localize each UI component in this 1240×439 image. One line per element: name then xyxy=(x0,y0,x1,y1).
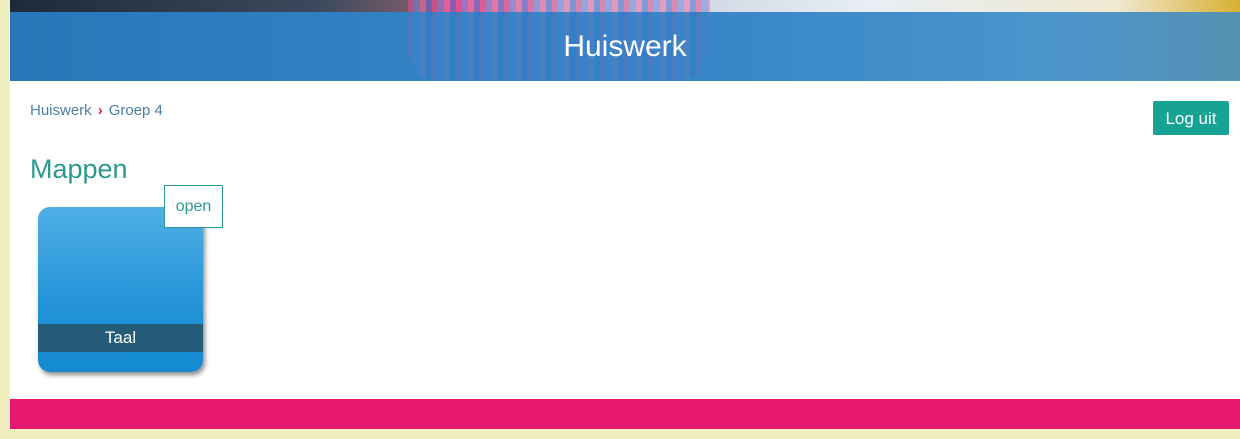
folder-open-button[interactable]: open xyxy=(164,185,223,228)
chevron-right-icon: › xyxy=(97,102,103,119)
folder-tile-taal[interactable]: Taal xyxy=(38,207,203,372)
page-title: Huiswerk xyxy=(563,30,687,63)
page-frame: Huiswerk Huiswerk › Groep 4 Log uit Mappen… xyxy=(10,0,1240,429)
header-banner: Huiswerk xyxy=(10,0,1240,81)
section-title-mappen: Mappen xyxy=(30,154,128,184)
breadcrumb: Huiswerk › Groep 4 xyxy=(30,102,163,119)
folder-label: Taal xyxy=(38,324,203,352)
breadcrumb-link-huiswerk[interactable]: Huiswerk xyxy=(30,102,92,119)
logout-button[interactable]: Log uit xyxy=(1153,101,1229,135)
breadcrumb-link-groep-4[interactable]: Groep 4 xyxy=(109,102,163,119)
footer-bar xyxy=(10,399,1240,429)
